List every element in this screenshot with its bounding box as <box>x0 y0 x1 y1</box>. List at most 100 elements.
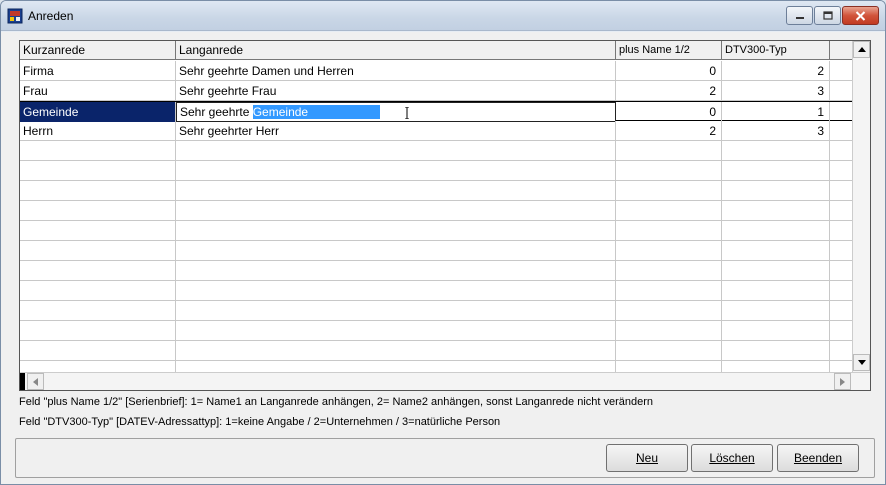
column-header-plus-name[interactable]: plus Name 1/2 <box>616 41 722 60</box>
empty-cell[interactable] <box>176 181 616 201</box>
empty-cell[interactable] <box>176 301 616 321</box>
empty-row[interactable] <box>20 221 853 241</box>
empty-row[interactable] <box>20 161 853 181</box>
empty-cell[interactable] <box>176 141 616 161</box>
empty-cell[interactable] <box>176 341 616 361</box>
scroll-right-button[interactable] <box>834 373 851 390</box>
empty-cell[interactable] <box>616 261 722 281</box>
cell-kurzanrede[interactable]: Herrn <box>20 121 176 141</box>
cell-langanrede[interactable]: Sehr geehrter Herr <box>176 121 616 141</box>
cell-dtv300-typ[interactable]: 3 <box>722 81 830 101</box>
empty-cell[interactable] <box>176 321 616 341</box>
empty-row[interactable] <box>20 261 853 281</box>
empty-cell[interactable] <box>722 281 830 301</box>
cell-filler <box>830 102 853 122</box>
empty-cell[interactable] <box>616 201 722 221</box>
row-marker <box>20 373 25 390</box>
table-row-selected[interactable]: Gemeinde Sehr geehrte Gemeinde 0 1 <box>20 101 853 122</box>
cell-dtv300-typ[interactable]: 1 <box>722 102 830 122</box>
empty-cell <box>830 261 853 281</box>
empty-cell[interactable] <box>722 161 830 181</box>
cell-kurzanrede[interactable]: Gemeinde <box>20 102 176 122</box>
anreden-grid[interactable]: Kurzanrede Langanrede plus Name 1/2 DTV3… <box>19 40 871 391</box>
empty-cell[interactable] <box>20 281 176 301</box>
empty-cell[interactable] <box>20 241 176 261</box>
empty-cell[interactable] <box>722 341 830 361</box>
beenden-button[interactable]: Beenden <box>777 444 859 472</box>
cell-plus-name[interactable]: 2 <box>616 121 722 141</box>
empty-row[interactable] <box>20 181 853 201</box>
empty-cell[interactable] <box>20 321 176 341</box>
cell-langanrede[interactable]: Sehr geehrte Damen und Herren <box>176 61 616 81</box>
empty-cell[interactable] <box>20 261 176 281</box>
cell-dtv300-typ[interactable]: 3 <box>722 121 830 141</box>
column-header-kurzanrede[interactable]: Kurzanrede <box>20 41 176 60</box>
empty-cell[interactable] <box>20 221 176 241</box>
empty-cell[interactable] <box>722 261 830 281</box>
empty-cell[interactable] <box>20 141 176 161</box>
column-header-langanrede[interactable]: Langanrede <box>176 41 616 60</box>
horizontal-scrollbar[interactable] <box>20 372 870 390</box>
loeschen-button[interactable]: Löschen <box>691 444 773 472</box>
empty-cell[interactable] <box>722 141 830 161</box>
empty-cell[interactable] <box>20 341 176 361</box>
table-row[interactable]: Firma Sehr geehrte Damen und Herren 0 2 <box>20 61 853 81</box>
empty-cell[interactable] <box>616 141 722 161</box>
maximize-button[interactable] <box>814 6 841 25</box>
empty-cell[interactable] <box>176 261 616 281</box>
empty-cell[interactable] <box>20 201 176 221</box>
empty-cell[interactable] <box>616 221 722 241</box>
empty-cell[interactable] <box>20 301 176 321</box>
scroll-up-button[interactable] <box>853 41 870 58</box>
empty-cell[interactable] <box>722 181 830 201</box>
edit-text-prefix: Sehr geehrte <box>180 105 253 119</box>
empty-row[interactable] <box>20 341 853 361</box>
cell-kurzanrede[interactable]: Frau <box>20 81 176 101</box>
empty-cell[interactable] <box>722 221 830 241</box>
empty-row[interactable] <box>20 281 853 301</box>
close-button[interactable] <box>842 6 879 25</box>
cell-langanrede[interactable]: Sehr geehrte Frau <box>176 81 616 101</box>
empty-cell[interactable] <box>616 301 722 321</box>
cell-plus-name[interactable]: 0 <box>616 61 722 81</box>
empty-row[interactable] <box>20 241 853 261</box>
empty-cell[interactable] <box>176 241 616 261</box>
empty-cell[interactable] <box>616 341 722 361</box>
table-row[interactable]: Frau Sehr geehrte Frau 2 3 <box>20 81 853 101</box>
empty-cell[interactable] <box>176 161 616 181</box>
empty-cell[interactable] <box>20 161 176 181</box>
scroll-left-button[interactable] <box>27 373 44 390</box>
title-bar[interactable]: Anreden <box>1 1 885 31</box>
neu-button[interactable]: Neu <box>606 444 688 472</box>
table-row[interactable]: Herrn Sehr geehrter Herr 2 3 <box>20 121 853 141</box>
scroll-down-button[interactable] <box>853 354 870 371</box>
empty-cell[interactable] <box>176 221 616 241</box>
empty-row[interactable] <box>20 141 853 161</box>
empty-cell[interactable] <box>616 241 722 261</box>
grid-rows: Firma Sehr geehrte Damen und Herren 0 2 … <box>20 61 853 381</box>
empty-cell[interactable] <box>616 181 722 201</box>
cell-plus-name[interactable]: 2 <box>616 81 722 101</box>
empty-row[interactable] <box>20 201 853 221</box>
empty-cell[interactable] <box>20 181 176 201</box>
button-panel: Neu Löschen Beenden <box>15 438 875 478</box>
empty-cell[interactable] <box>722 301 830 321</box>
empty-cell[interactable] <box>176 281 616 301</box>
langanrede-edit-field[interactable]: Sehr geehrte Gemeinde <box>176 102 616 122</box>
cell-kurzanrede[interactable]: Firma <box>20 61 176 81</box>
empty-row[interactable] <box>20 321 853 341</box>
empty-row[interactable] <box>20 301 853 321</box>
empty-cell[interactable] <box>176 201 616 221</box>
cell-filler <box>830 61 853 81</box>
vertical-scrollbar[interactable] <box>852 41 870 372</box>
empty-cell[interactable] <box>722 321 830 341</box>
minimize-button[interactable] <box>786 6 813 25</box>
empty-cell[interactable] <box>616 321 722 341</box>
empty-cell[interactable] <box>722 201 830 221</box>
empty-cell[interactable] <box>722 241 830 261</box>
cell-dtv300-typ[interactable]: 2 <box>722 61 830 81</box>
column-header-dtv300-typ[interactable]: DTV300-Typ <box>722 41 830 60</box>
cell-plus-name[interactable]: 0 <box>616 102 722 122</box>
empty-cell[interactable] <box>616 161 722 181</box>
empty-cell[interactable] <box>616 281 722 301</box>
